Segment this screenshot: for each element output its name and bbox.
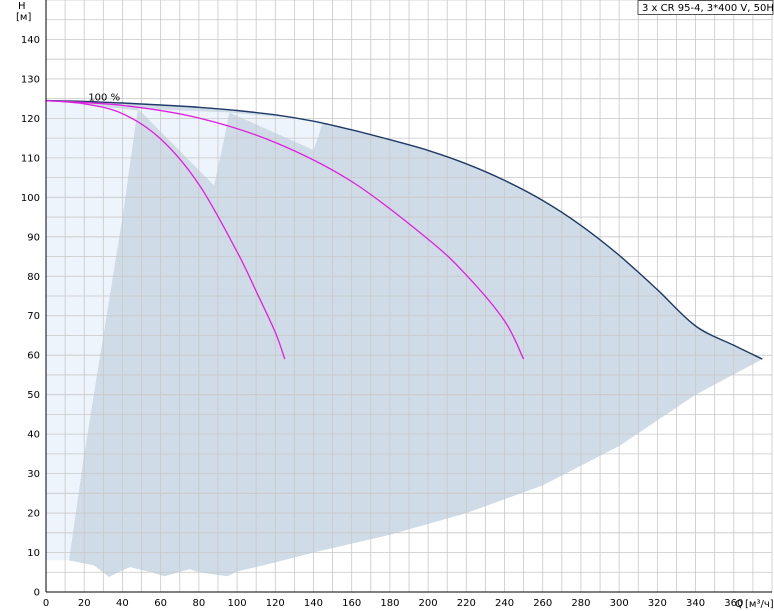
x-tick-60: 60 bbox=[154, 598, 167, 609]
x-tick-100: 100 bbox=[228, 598, 247, 609]
x-tick-240: 240 bbox=[495, 598, 514, 609]
x-tick-120: 120 bbox=[266, 598, 285, 609]
x-axis-label: Q bbox=[735, 599, 743, 610]
x-tick-200: 200 bbox=[419, 598, 438, 609]
y-tick-100: 100 bbox=[21, 193, 40, 204]
x-tick-320: 320 bbox=[648, 598, 667, 609]
x-tick-300: 300 bbox=[610, 598, 629, 609]
x-tick-340: 340 bbox=[686, 598, 705, 609]
x-axis-unit: [м³/ч] bbox=[745, 599, 774, 610]
pump-curve-chart: 0 20 40 60 80 100 120 140 160 180 200 220 240 260 280 3… bbox=[16, 0, 774, 610]
x-tick-220: 220 bbox=[457, 598, 476, 609]
chart-title: 3 x CR 95-4, 3*400 V, 50Hz bbox=[642, 3, 774, 14]
x-tick-280: 280 bbox=[571, 598, 590, 609]
x-tick-0: 0 bbox=[43, 598, 49, 609]
y-tick-10: 10 bbox=[27, 548, 40, 559]
y-tick-0: 0 bbox=[34, 588, 40, 599]
x-tick-160: 160 bbox=[342, 598, 361, 609]
y-tick-40: 40 bbox=[27, 430, 40, 441]
x-tick-260: 260 bbox=[533, 598, 552, 609]
operating-regions bbox=[46, 100, 763, 577]
y-axis-unit: [м] bbox=[16, 12, 31, 23]
y-tick-110: 110 bbox=[21, 153, 40, 164]
x-tick-20: 20 bbox=[78, 598, 91, 609]
y-tick-120: 120 bbox=[21, 114, 40, 125]
x-tick-labels: 0 20 40 60 80 100 120 140 160 180 200 220 240 260 280 3… bbox=[43, 598, 744, 609]
y-tick-90: 90 bbox=[27, 232, 40, 243]
y-tick-80: 80 bbox=[27, 272, 40, 283]
region-1 bbox=[46, 100, 763, 577]
y-tick-140: 140 bbox=[21, 35, 40, 46]
y-tick-30: 30 bbox=[27, 469, 40, 480]
y-tick-130: 130 bbox=[21, 74, 40, 85]
annotation-100-percent: 100 % bbox=[88, 93, 120, 104]
x-tick-40: 40 bbox=[116, 598, 129, 609]
y-tick-70: 70 bbox=[27, 311, 40, 322]
x-tick-180: 180 bbox=[380, 598, 399, 609]
y-tick-20: 20 bbox=[27, 509, 40, 520]
y-tick-labels: 0 10 20 30 40 50 60 70 80 90 100 110 120 130 140 bbox=[21, 35, 40, 599]
y-axis-label: H bbox=[18, 1, 26, 12]
x-tick-140: 140 bbox=[304, 598, 323, 609]
y-tick-60: 60 bbox=[27, 351, 40, 362]
x-tick-80: 80 bbox=[192, 598, 205, 609]
y-tick-50: 50 bbox=[27, 390, 40, 401]
